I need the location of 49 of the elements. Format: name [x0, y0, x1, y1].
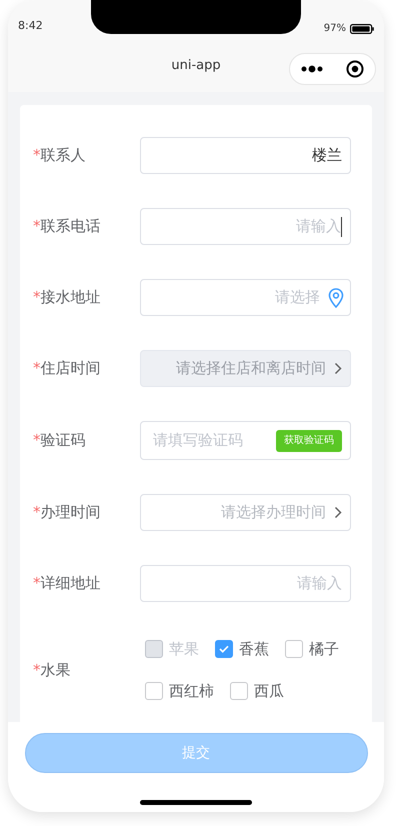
required-mark: *: [33, 358, 40, 380]
checkbox-label: 橘子: [309, 639, 339, 660]
status-time: 8:42: [18, 18, 43, 34]
input-field[interactable]: 楼兰: [140, 137, 351, 174]
text-input[interactable]: 楼兰: [149, 144, 342, 167]
required-mark: *: [33, 660, 40, 681]
get-code-button[interactable]: 获取验证码: [276, 430, 342, 452]
required-mark: *: [33, 145, 40, 166]
field-label: 联系电话: [40, 216, 100, 238]
chevron-right-icon: [334, 506, 342, 519]
field-label: 办理时间: [40, 502, 100, 524]
picker-field[interactable]: 请选择办理时间: [140, 494, 351, 531]
code-field[interactable]: 请填写验证码 获取验证码: [140, 421, 351, 460]
checkbox-label: 苹果: [169, 639, 199, 660]
battery-icon: [350, 24, 374, 34]
field-label: 验证码: [40, 430, 86, 452]
checkbox-label: 西红柿: [169, 680, 214, 702]
required-mark: *: [33, 573, 40, 594]
picker-placeholder: 请选择办理时间: [221, 502, 326, 524]
checkbox-label: 西瓜: [254, 680, 284, 702]
required-mark: *: [33, 216, 40, 238]
text-input[interactable]: 请输入: [149, 572, 342, 595]
capsule-menu[interactable]: [289, 53, 376, 85]
picker-placeholder: 请选择住店和离店时间: [176, 358, 326, 380]
more-icon[interactable]: [301, 65, 324, 73]
field-label: 住店时间: [40, 358, 100, 380]
checkbox[interactable]: [285, 640, 303, 658]
field-label: 联系人: [40, 145, 86, 166]
checkmark-icon: [219, 645, 229, 654]
required-mark: *: [33, 287, 40, 308]
text-input[interactable]: 请选择: [149, 286, 320, 309]
checkbox[interactable]: [215, 640, 233, 658]
page-title: uni-app: [171, 57, 221, 76]
location-field[interactable]: 请选择: [140, 279, 351, 316]
text-input[interactable]: 请输入: [149, 215, 341, 238]
input-field[interactable]: 请输入: [140, 565, 351, 602]
checkbox[interactable]: [230, 682, 248, 700]
field-label: 水果: [40, 660, 70, 681]
checkbox[interactable]: [145, 682, 163, 700]
required-mark: *: [33, 502, 40, 524]
checkbox-label: 香蕉: [239, 639, 269, 660]
required-mark: *: [33, 430, 40, 452]
location-pin-icon[interactable]: [328, 288, 344, 308]
chevron-right-icon: [334, 362, 342, 375]
text-input[interactable]: 请填写验证码: [153, 429, 253, 452]
field-label: 接水地址: [40, 287, 100, 308]
field-label: 详细地址: [40, 573, 100, 594]
battery-level: 97%: [324, 22, 346, 36]
input-field[interactable]: 请输入: [140, 208, 351, 245]
